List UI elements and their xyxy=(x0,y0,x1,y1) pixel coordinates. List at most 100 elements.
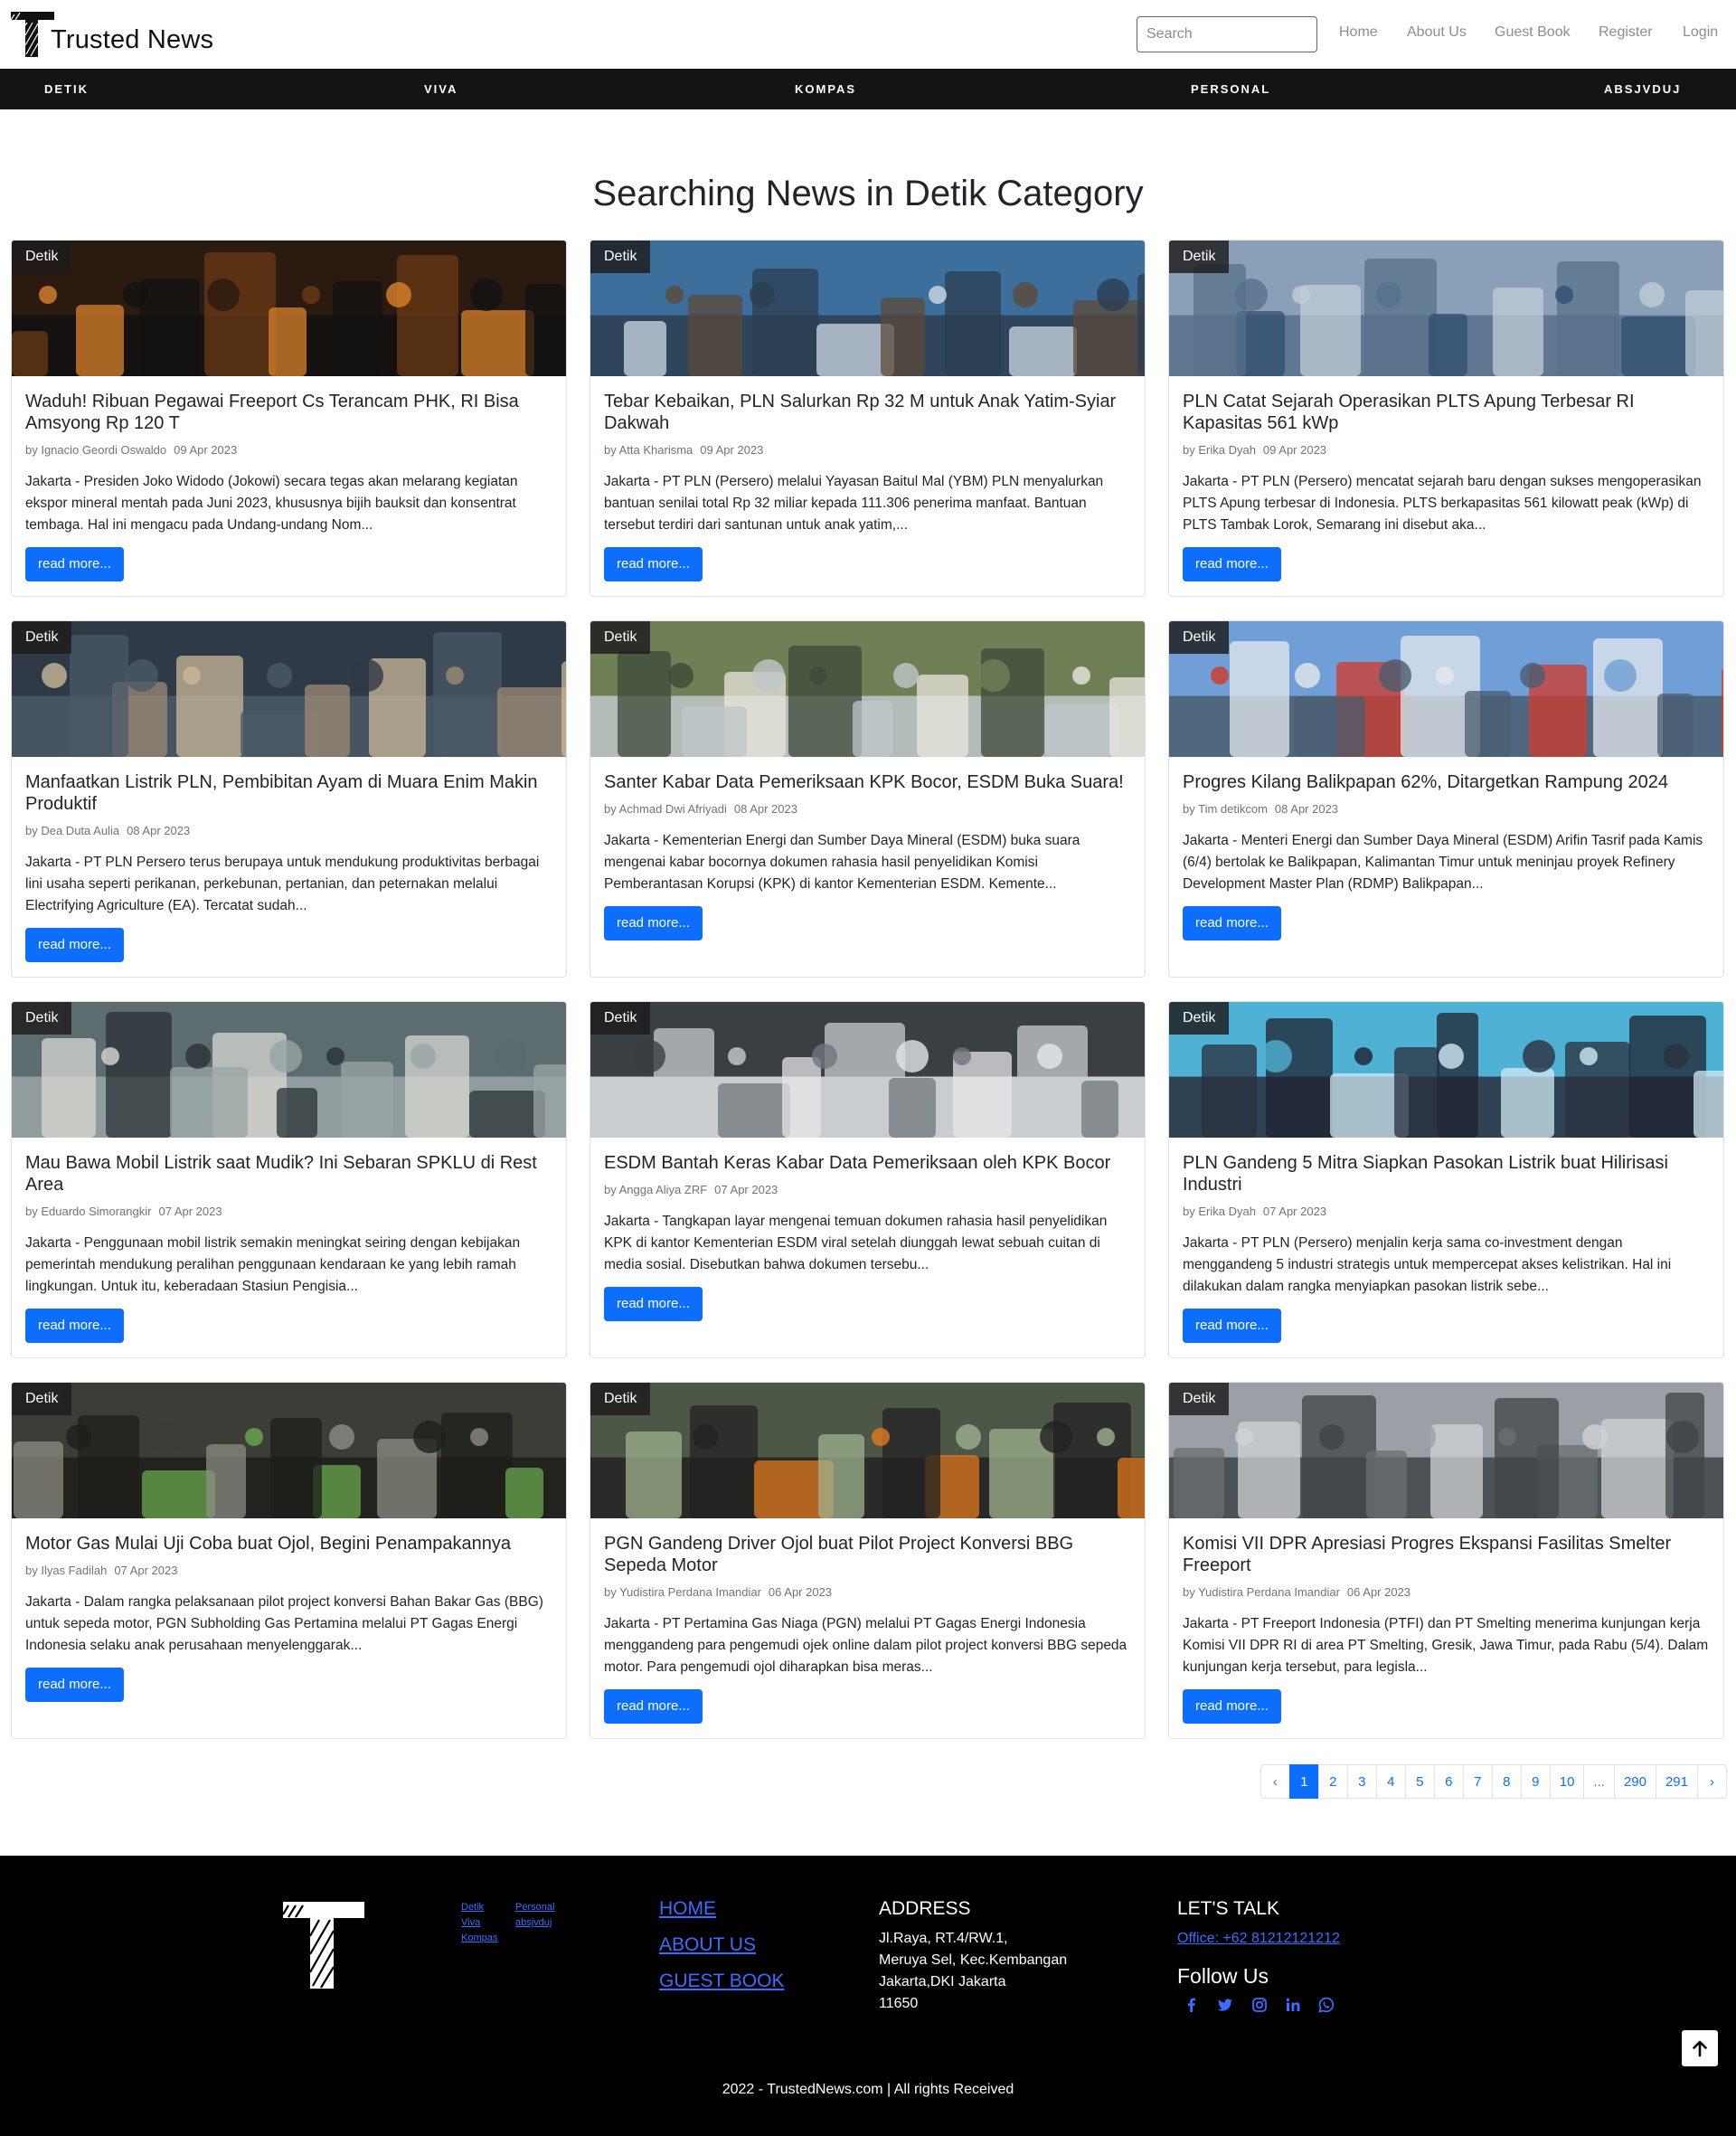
site-footer: Detik Viva Kompas Personal absjvduj HOME… xyxy=(0,1856,1736,2136)
page-5[interactable]: 5 xyxy=(1404,1764,1435,1799)
read-more-button[interactable]: read more... xyxy=(1183,547,1281,581)
article-title[interactable]: Progres Kilang Balikpapan 62%, Ditargetk… xyxy=(1183,771,1710,793)
article-title[interactable]: Motor Gas Mulai Uji Coba buat Ojol, Begi… xyxy=(25,1533,552,1555)
article-image-container[interactable]: Detik xyxy=(12,241,566,376)
article-image-container[interactable]: Detik xyxy=(1169,1383,1723,1518)
page-290[interactable]: 290 xyxy=(1613,1764,1656,1799)
category-viva[interactable]: VIVA xyxy=(424,69,458,109)
article-title[interactable]: Manfaatkan Listrik PLN, Pembibitan Ayam … xyxy=(25,771,552,815)
office-phone-link[interactable]: Office: +62 81212121212 xyxy=(1177,1931,1340,1947)
address-line: Jakarta,DKI Jakarta xyxy=(879,1974,1006,1990)
site-name: Trusted News xyxy=(51,25,214,54)
page-7[interactable]: 7 xyxy=(1462,1764,1493,1799)
lets-talk-heading: LET'S TALK xyxy=(1177,1898,1279,1919)
prev-page-button[interactable]: ‹ xyxy=(1260,1764,1290,1799)
footer-link-about-us[interactable]: ABOUT US xyxy=(659,1934,756,1956)
linkedin-icon[interactable] xyxy=(1284,1996,1302,2014)
article-title[interactable]: ESDM Bantah Keras Kabar Data Pemeriksaan… xyxy=(604,1152,1131,1174)
site-logo[interactable]: Trusted News xyxy=(10,12,214,57)
page-9[interactable]: 9 xyxy=(1520,1764,1551,1799)
article-title[interactable]: Santer Kabar Data Pemeriksaan KPK Bocor,… xyxy=(604,771,1131,793)
category-detik[interactable]: DETIK xyxy=(44,69,89,109)
read-more-button[interactable]: read more... xyxy=(604,906,703,940)
card-body: Santer Kabar Data Pemeriksaan KPK Bocor,… xyxy=(590,757,1145,955)
article-image-container[interactable]: Detik xyxy=(1169,1002,1723,1138)
read-more-button[interactable]: read more... xyxy=(25,1309,124,1343)
read-more-button[interactable]: read more... xyxy=(25,547,124,581)
article-image-container[interactable]: Detik xyxy=(590,241,1145,376)
footer-category-detik[interactable]: Detik xyxy=(461,1902,484,1913)
article-image-container[interactable]: Detik xyxy=(12,1002,566,1138)
article-image-container[interactable]: Detik xyxy=(12,1383,566,1518)
arrow-up-icon xyxy=(1693,2040,1707,2057)
news-card: Detik Mau Bawa Mobil Listrik saat Mudik?… xyxy=(11,1001,567,1358)
follow-us-heading: Follow Us xyxy=(1177,1964,1269,1988)
card-body: Progres Kilang Balikpapan 62%, Ditargetk… xyxy=(1169,757,1723,955)
read-more-button[interactable]: read more... xyxy=(1183,1689,1281,1724)
page-3[interactable]: 3 xyxy=(1346,1764,1377,1799)
page-8[interactable]: 8 xyxy=(1491,1764,1522,1799)
article-image-container[interactable]: Detik xyxy=(590,1383,1145,1518)
footer-category-viva[interactable]: Viva xyxy=(461,1917,480,1928)
back-to-top-button[interactable] xyxy=(1682,2030,1718,2066)
read-more-button[interactable]: read more... xyxy=(1183,906,1281,940)
news-card: Detik ESDM Bantah Keras Kabar Data Pemer… xyxy=(590,1001,1146,1358)
category-personal[interactable]: PERSONAL xyxy=(1191,69,1270,109)
nav-register[interactable]: Register xyxy=(1599,24,1653,41)
whatsapp-icon[interactable] xyxy=(1317,1996,1335,2014)
article-date: 08 Apr 2023 xyxy=(127,824,191,837)
article-image-container[interactable]: Detik xyxy=(590,1002,1145,1138)
article-image-container[interactable]: Detik xyxy=(590,621,1145,757)
read-more-button[interactable]: read more... xyxy=(25,928,124,962)
twitter-icon[interactable] xyxy=(1216,1996,1234,2014)
footer-link-guest-book[interactable]: GUEST BOOK xyxy=(659,1971,784,1992)
instagram-icon[interactable] xyxy=(1250,1996,1269,2014)
page-4[interactable]: 4 xyxy=(1375,1764,1406,1799)
article-image-container[interactable]: Detik xyxy=(1169,621,1723,757)
footer-link-home[interactable]: HOME xyxy=(659,1898,716,1920)
category-kompas[interactable]: KOMPAS xyxy=(795,69,856,109)
page-2[interactable]: 2 xyxy=(1317,1764,1348,1799)
article-title[interactable]: PLN Gandeng 5 Mitra Siapkan Pasokan List… xyxy=(1183,1152,1710,1196)
nav-home[interactable]: Home xyxy=(1339,24,1378,41)
article-date: 07 Apr 2023 xyxy=(1262,1205,1327,1218)
news-card: Detik PGN Gandeng Driver Ojol buat Pilot… xyxy=(590,1382,1146,1739)
pagination: ‹ 1 2 3 4 5 6 7 8 9 10... 290 291 › xyxy=(1260,1764,1727,1799)
article-meta: by Angga Aliya ZRF 07 Apr 2023 xyxy=(604,1183,1131,1196)
read-more-button[interactable]: read more... xyxy=(604,1689,703,1724)
article-date: 09 Apr 2023 xyxy=(700,443,764,457)
nav-login[interactable]: Login xyxy=(1683,24,1718,41)
nav-guest-book[interactable]: Guest Book xyxy=(1495,24,1571,41)
read-more-button[interactable]: read more... xyxy=(604,1287,703,1321)
page-6[interactable]: 6 xyxy=(1433,1764,1464,1799)
footer-category-kompas[interactable]: Kompas xyxy=(461,1933,497,1943)
article-title[interactable]: PGN Gandeng Driver Ojol buat Pilot Proje… xyxy=(604,1533,1131,1576)
read-more-button[interactable]: read more... xyxy=(1183,1309,1281,1343)
page-10[interactable]: 10 xyxy=(1549,1764,1585,1799)
search-input[interactable] xyxy=(1137,16,1317,52)
footer-category-personal[interactable]: Personal xyxy=(515,1902,554,1913)
article-title[interactable]: PLN Catat Sejarah Operasikan PLTS Apung … xyxy=(1183,391,1710,434)
article-date: 06 Apr 2023 xyxy=(1346,1585,1411,1599)
article-title[interactable]: Waduh! Ribuan Pegawai Freeport Cs Teranc… xyxy=(25,391,552,434)
article-title[interactable]: Komisi VII DPR Apresiasi Progres Ekspans… xyxy=(1183,1533,1710,1576)
card-body: Waduh! Ribuan Pegawai Freeport Cs Teranc… xyxy=(12,376,566,596)
read-more-button[interactable]: read more... xyxy=(25,1668,124,1702)
article-title[interactable]: Tebar Kebaikan, PLN Salurkan Rp 32 M unt… xyxy=(604,391,1131,434)
read-more-button[interactable]: read more... xyxy=(604,547,703,581)
page-291[interactable]: 291 xyxy=(1655,1764,1698,1799)
article-author: by Ignacio Geordi Oswaldo xyxy=(25,443,167,457)
facebook-icon[interactable] xyxy=(1183,1996,1201,2014)
page-1[interactable]: 1 xyxy=(1288,1764,1319,1799)
article-title[interactable]: Mau Bawa Mobil Listrik saat Mudik? Ini S… xyxy=(25,1152,552,1196)
card-body: Manfaatkan Listrik PLN, Pembibitan Ayam … xyxy=(12,757,566,977)
article-date: 09 Apr 2023 xyxy=(1262,443,1327,457)
category-absjvduj[interactable]: ABSJVDUJ xyxy=(1604,69,1681,109)
article-image-container[interactable]: Detik xyxy=(1169,241,1723,376)
article-date: 07 Apr 2023 xyxy=(158,1205,222,1218)
nav-about-us[interactable]: About Us xyxy=(1407,24,1467,41)
article-image-container[interactable]: Detik xyxy=(12,621,566,757)
next-page-button[interactable]: › xyxy=(1697,1764,1727,1799)
article-excerpt: Jakarta - Dalam rangka pelaksanaan pilot… xyxy=(25,1594,543,1653)
footer-category-absjvduj[interactable]: absjvduj xyxy=(515,1917,552,1928)
